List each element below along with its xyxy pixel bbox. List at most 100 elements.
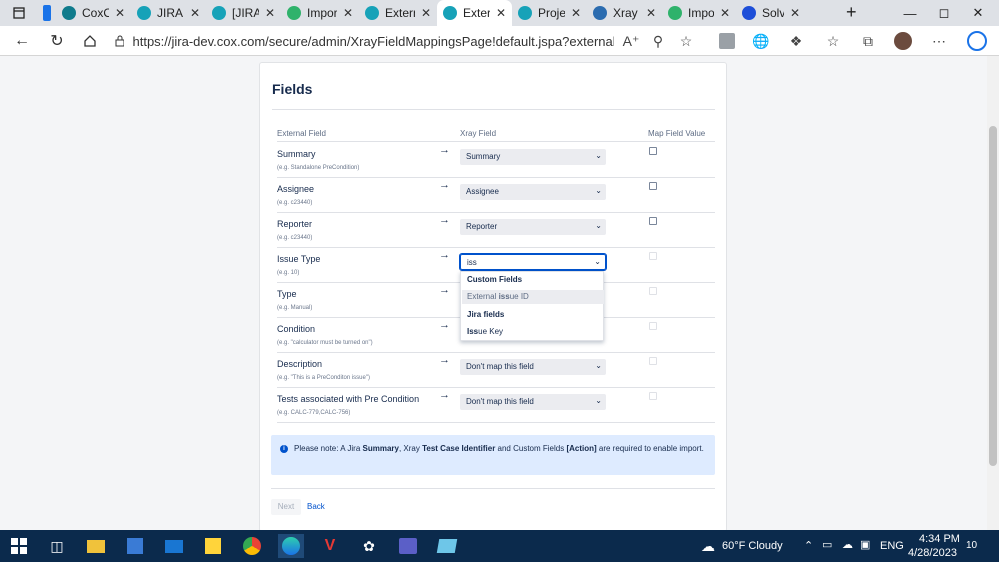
map-field-value-checkbox[interactable] [649,147,657,155]
new-tab-button[interactable]: + [836,2,867,23]
weather-text[interactable]: 60°F Cloudy [722,540,783,552]
arrow-right-icon: → [439,179,450,191]
bing-chat-icon[interactable] [966,30,988,52]
file-explorer-icon[interactable] [83,534,109,558]
store-icon[interactable] [122,534,148,558]
page-scrollbar[interactable] [987,56,999,530]
tab-close-icon[interactable]: ✕ [720,6,730,20]
external-field-name: Tests associated with Pre Condition [277,394,420,404]
browser-tab[interactable]: JIRA: 2 ✕ [131,0,206,26]
tab-label: [JIRA- [232,6,259,20]
edge-icon[interactable] [278,534,304,558]
workspaces-icon[interactable] [38,0,56,26]
notice-segment: and Custom Fields [495,444,567,453]
read-aloud-icon[interactable]: A⁺ [620,30,642,52]
browser-tab[interactable]: Impor ✕ [662,0,736,26]
browser-tab[interactable]: Import ✕ [281,0,359,26]
network-icon[interactable]: ▣ [860,538,870,551]
tab-close-icon[interactable]: ✕ [421,6,431,20]
browser-tab[interactable]: CoxOn ✕ [56,0,131,26]
favorites-icon[interactable]: ☆ [822,30,844,52]
info-notice: i Please note: A Jira Summary, Xray Test… [271,435,715,475]
clock-date[interactable]: 4/28/2023 [908,547,957,559]
tab-label: Impor [688,6,714,20]
show-hidden-icons-icon[interactable]: ⌃ [804,539,813,552]
vivaldi-icon[interactable]: V [317,534,343,558]
xray-field-select[interactable]: Reporter ⌄ [460,219,606,235]
refresh-icon[interactable]: ↻ [40,26,74,56]
tab-actions-icon[interactable] [0,0,38,26]
app-icon[interactable]: ✿ [356,534,382,558]
windows-taskbar: ◫ V ✿ ☁ 60°F Cloudy ⌃ ▭ ☁ ▣ ENG 4:34 PM … [0,530,999,562]
notifications-icon[interactable]: 10 [966,539,977,551]
address-bar[interactable]: https://jira-dev.cox.com/secure/admin/Xr… [114,29,614,53]
external-field-name: Issue Type [277,254,321,264]
browser-tab[interactable]: Xray te ✕ [587,0,662,26]
minimize-button[interactable]: — [893,0,927,26]
browser-tab[interactable]: Extern ✕ [437,0,512,26]
xray-field-select[interactable]: Don't map this field ⌄ [460,359,606,375]
map-field-value-checkbox[interactable] [649,182,657,190]
tab-close-icon[interactable]: ✕ [496,6,506,20]
collections-icon[interactable]: ⧉ [857,30,879,52]
onedrive-icon[interactable]: ☁ [842,538,853,551]
remote-desktop-icon[interactable] [434,534,460,558]
field-mapping-row: Assignee (e.g. c23440) → Assignee ⌄ [277,178,715,213]
display-icon[interactable]: ▭ [822,538,832,551]
tab-close-icon[interactable]: ✕ [343,6,353,20]
extension-icon[interactable] [716,30,738,52]
tab-close-icon[interactable]: ✕ [190,6,200,20]
close-window-button[interactable]: ✕ [961,0,995,26]
mail-icon[interactable] [161,534,187,558]
extensions-puzzle-icon[interactable]: ❖ [785,30,807,52]
favorite-add-icon[interactable]: ☆ [675,30,697,52]
windows-start-icon[interactable] [6,534,32,558]
xray-field-select[interactable]: Don't map this field ⌄ [460,394,606,410]
tab-close-icon[interactable]: ✕ [115,6,125,20]
back-link[interactable]: Back [307,499,325,515]
globe-icon[interactable]: 🌐 [750,30,772,52]
profile-avatar-icon[interactable] [892,30,914,52]
keyboard-language[interactable]: ENG [880,540,904,552]
chrome-icon[interactable] [239,534,265,558]
task-view-icon[interactable]: ◫ [44,534,70,558]
external-field-example: (e.g. Standalone PreCondition) [277,165,360,171]
back-icon[interactable]: ← [5,26,39,56]
notice-text: Please note: A Jira Summary, Xray Test C… [294,443,704,455]
dropdown-group-label: Custom Fields [467,275,523,284]
sticky-notes-icon[interactable] [200,534,226,558]
chevron-down-icon: ⌄ [594,257,601,266]
field-mapping-row: Summary (e.g. Standalone PreCondition) → Su… [277,143,715,178]
external-field-example: (e.g. c23440) [277,235,313,241]
map-field-value-checkbox [649,287,657,295]
xray-field-select[interactable]: Summary ⌄ [460,149,606,165]
arrow-right-icon: → [439,389,450,401]
xray-field-select[interactable]: Assignee ⌄ [460,184,606,200]
clock-time[interactable]: 4:34 PM [919,533,960,545]
xray-field-select[interactable]: iss ⌄ [459,253,607,271]
zoom-icon[interactable]: ⚲ [647,30,669,52]
next-button[interactable]: Next [271,499,301,515]
tab-favicon-icon [518,6,532,20]
option-text: External [467,292,499,301]
teams-icon[interactable] [395,534,421,558]
dropdown-option[interactable]: External issue ID [462,290,604,304]
map-field-value-checkbox[interactable] [649,217,657,225]
home-icon[interactable] [73,26,107,56]
browser-tab[interactable]: Projec ✕ [512,0,587,26]
browser-tab[interactable]: [JIRA- ✕ [206,0,281,26]
tab-close-icon[interactable]: ✕ [790,6,800,20]
more-options-icon[interactable]: ⋯ [928,30,950,52]
tab-close-icon[interactable]: ✕ [646,6,656,20]
browser-tab[interactable]: Solvec ✕ [736,0,806,26]
dropdown-option[interactable]: Issue Key [462,325,604,339]
browser-tab[interactable]: Extern ✕ [359,0,437,26]
tab-close-icon[interactable]: ✕ [571,6,581,20]
field-mapping-row: Description (e.g. "This is a PreConditon … [277,353,715,388]
scrollbar-thumb[interactable] [989,126,997,466]
weather-icon[interactable]: ☁ [695,534,721,558]
tab-label: Solvec [762,6,784,20]
tab-close-icon[interactable]: ✕ [265,6,275,20]
arrow-right-icon: → [439,144,450,156]
maximize-button[interactable]: ◻ [927,0,961,26]
